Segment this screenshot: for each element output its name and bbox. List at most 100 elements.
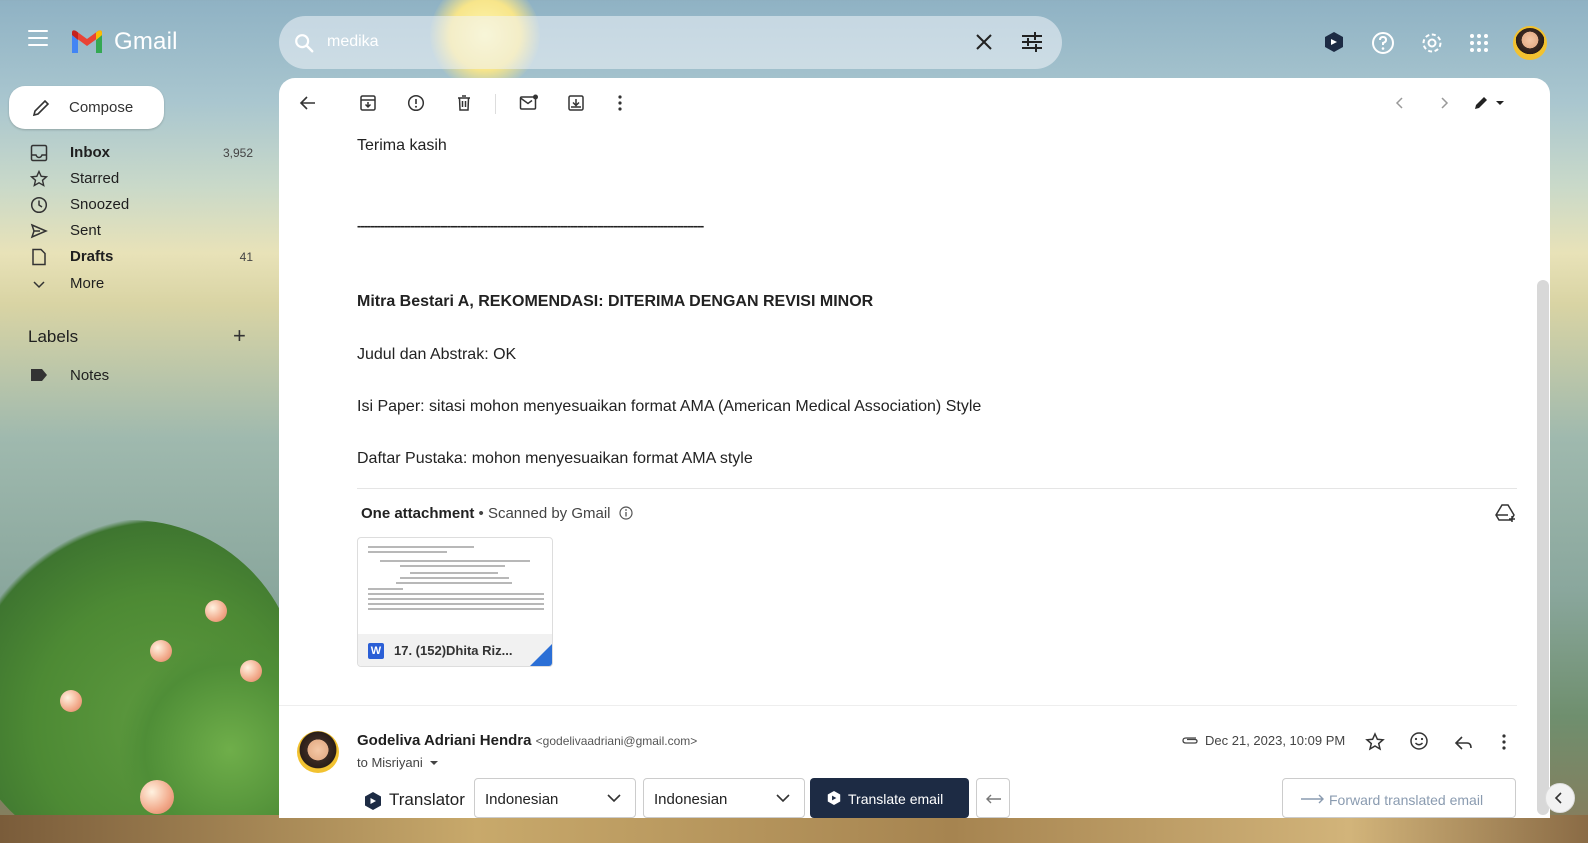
inbox-icon: [30, 144, 48, 162]
sidebar-item-label: Starred: [70, 170, 120, 187]
archive-icon[interactable]: [359, 94, 377, 112]
file-corner-fold: [530, 644, 552, 666]
message-date: Dec 21, 2023, 10:09 PM: [1205, 733, 1346, 748]
more-vert-icon[interactable]: [617, 94, 623, 112]
reply-icon[interactable]: [1454, 734, 1474, 752]
clock-icon: [30, 196, 48, 214]
chevron-down-icon: [607, 794, 621, 803]
attachment-header: One attachment • Scanned by Gmail: [361, 505, 633, 522]
sidebar-item-snoozed[interactable]: Snoozed: [0, 192, 270, 218]
chevron-down-icon: [776, 794, 790, 803]
gmail-logo[interactable]: Gmail: [70, 28, 178, 56]
back-arrow-icon[interactable]: [299, 94, 317, 112]
recipients: to Misriyani: [357, 755, 423, 770]
attachment-footer: W 17. (152)Dhita Riz...: [358, 634, 552, 666]
source-language-select[interactable]: Indonesian: [474, 778, 636, 818]
sidebar-item-more[interactable]: More: [0, 271, 270, 297]
close-icon[interactable]: [974, 32, 994, 52]
background-fruit: [205, 600, 227, 622]
attachment-name: 17. (152)Dhita Riz...: [394, 643, 513, 658]
translator-label: Translator: [389, 790, 465, 809]
sender-name[interactable]: Godeliva Adriani Hendra: [357, 732, 532, 749]
add-to-drive-icon[interactable]: [1495, 503, 1517, 523]
email-panel: Terima kasih ---------------------------…: [279, 78, 1550, 818]
email-toolbar: [279, 78, 1550, 128]
settings-gear-icon[interactable]: [1420, 31, 1444, 55]
email-body-line: Isi Paper: sitasi mohon menyesuaikan for…: [357, 398, 982, 415]
side-panel-toggle[interactable]: [1545, 783, 1575, 813]
chevron-left-icon[interactable]: [1394, 96, 1406, 110]
emoji-reaction-icon[interactable]: [1409, 731, 1429, 751]
compose-button[interactable]: Compose: [9, 86, 164, 129]
target-language: Indonesian: [654, 791, 728, 808]
translator-bar: Translator Indonesian Indonesian Transla…: [357, 778, 1517, 818]
input-tools-pencil-icon[interactable]: [1472, 94, 1506, 112]
word-file-icon: W: [368, 643, 384, 659]
chevron-right-icon[interactable]: [1438, 96, 1450, 110]
background-fruit: [240, 660, 262, 682]
back-arrow-icon: [986, 794, 1001, 804]
sidebar-item-label: Notes: [70, 367, 110, 384]
attachment-count: One attachment: [361, 505, 475, 522]
sidebar-item-sent[interactable]: Sent: [0, 218, 270, 244]
apps-grid-icon[interactable]: [1469, 33, 1489, 53]
translator-extension-icon[interactable]: [1324, 31, 1344, 53]
sidebar-item-drafts[interactable]: Drafts 41: [0, 244, 270, 270]
info-icon[interactable]: [619, 506, 633, 520]
scrollbar-thumb[interactable]: [1537, 280, 1549, 815]
message-divider: [279, 705, 1517, 706]
translate-email-label: Translate email: [848, 791, 944, 807]
move-to-icon[interactable]: [567, 94, 585, 112]
more-vert-icon[interactable]: [1501, 733, 1507, 751]
sidebar-item-label: Inbox: [70, 144, 110, 161]
help-icon[interactable]: [1371, 31, 1395, 55]
chevron-down-icon: [33, 281, 45, 289]
report-spam-icon[interactable]: [407, 94, 425, 112]
scanned-by-gmail: • Scanned by Gmail: [474, 505, 611, 522]
sidebar-item-inbox[interactable]: Inbox 3,952: [0, 140, 270, 166]
target-language-select[interactable]: Indonesian: [643, 778, 805, 818]
gmail-m-icon: [72, 30, 102, 53]
delete-icon[interactable]: [455, 94, 473, 112]
document-preview: [368, 546, 544, 631]
star-icon: [30, 170, 48, 187]
search-input[interactable]: [327, 33, 927, 51]
main-menu-icon[interactable]: [28, 30, 48, 46]
mark-unread-icon[interactable]: [519, 94, 539, 112]
account-avatar[interactable]: [1513, 26, 1547, 60]
email-heading: Mitra Bestari A, REKOMENDASI: DITERIMA D…: [357, 293, 874, 310]
translation-back-button[interactable]: [976, 778, 1010, 818]
attachment-card[interactable]: W 17. (152)Dhita Riz...: [357, 537, 553, 667]
chevron-left-icon: [1554, 792, 1562, 804]
attachment-divider: [357, 488, 1517, 489]
search-options-icon[interactable]: [1021, 32, 1043, 52]
email-separator: ----------------------------------------…: [357, 218, 704, 233]
recipients-line[interactable]: to Misriyani: [357, 755, 439, 770]
search-icon[interactable]: [293, 32, 315, 54]
email-body-line: Terima kasih: [357, 137, 447, 154]
background-fruit: [140, 780, 174, 814]
sidebar-item-label: Snoozed: [70, 196, 130, 213]
pencil-icon: [32, 99, 50, 117]
source-language: Indonesian: [485, 791, 559, 808]
background-fruit: [150, 640, 172, 662]
labels-heading: Labels: [28, 327, 79, 346]
compose-label: Compose: [69, 99, 134, 116]
sender-email: <godelivaadriani@gmail.com>: [535, 734, 698, 748]
sidebar-item-label: Drafts: [70, 248, 114, 265]
star-icon[interactable]: [1365, 732, 1385, 752]
attachment-clip-icon: [1182, 737, 1198, 744]
translate-email-button[interactable]: Translate email: [810, 778, 969, 818]
send-icon: [30, 223, 48, 239]
caret-down-icon[interactable]: [429, 759, 439, 767]
sidebar-item-notes[interactable]: Notes: [0, 363, 270, 387]
add-label-button[interactable]: +: [233, 325, 246, 347]
forward-translated-email-button[interactable]: Forward translated email: [1282, 778, 1516, 818]
unread-count: 3,952: [222, 146, 253, 160]
sender-avatar[interactable]: [297, 731, 339, 773]
search-bar[interactable]: [279, 16, 1062, 69]
draft-count: 41: [239, 250, 253, 264]
sender-name-line: Godeliva Adriani Hendra <godelivaadriani…: [357, 732, 697, 749]
message-date-area: Dec 21, 2023, 10:09 PM: [1181, 733, 1345, 748]
sidebar-item-starred[interactable]: Starred: [0, 166, 270, 192]
